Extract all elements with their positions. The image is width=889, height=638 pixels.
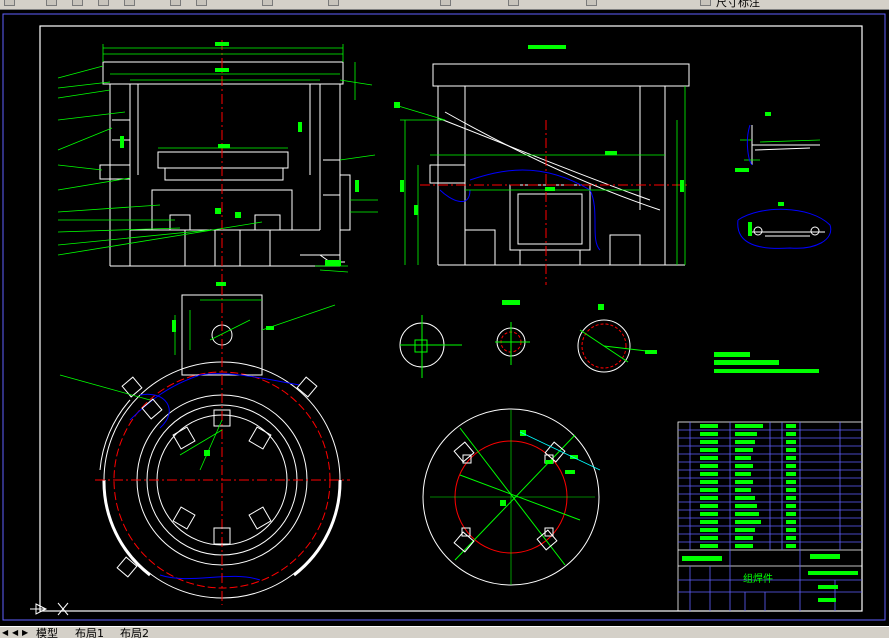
detail-view-b [750,226,825,237]
save-icon[interactable] [4,0,15,6]
layer-icon[interactable] [586,0,597,6]
plan-view-left [99,294,342,599]
open-icon[interactable] [46,0,57,6]
drawing-canvas[interactable]: 组焊件 [0,10,889,626]
side-view-chute-curve [437,117,651,201]
redo-icon[interactable] [124,0,135,6]
pan-icon[interactable] [170,0,181,6]
front-section-view [99,61,351,267]
properties-icon[interactable] [328,0,339,6]
ucs-cursor [30,602,69,616]
front-view-dimensions [57,44,378,273]
zoom-previous-icon[interactable] [262,0,273,6]
zoom-icon[interactable] [196,0,207,6]
detail-circle-1 [399,315,462,378]
standard-toolbar: 尺寸标注 [0,0,889,10]
drawing-sheet: 组焊件 [2,13,886,621]
detail-view-a [751,125,820,165]
text-style-icon[interactable] [440,0,451,6]
technical-notes [714,352,819,373]
tab-next-icon[interactable]: ▶ [22,628,30,637]
dim-style-icon[interactable] [508,0,519,6]
layer-name-dropdown[interactable]: 尺寸标注 [716,0,760,9]
side-view-title-label [528,45,566,49]
plan-view-middle [422,408,600,586]
title-block-name: 组焊件 [743,572,773,585]
side-section-view [429,63,690,266]
print-icon[interactable] [72,0,83,6]
layout-tabs-bar: ◀ ◀ ▶ 模型 布局1 布局2 [0,626,889,638]
detail-circle-2 [495,322,530,365]
tab-prev-icon[interactable]: ◀ [12,628,20,637]
layer-state-icon[interactable] [700,0,711,6]
side-view-break-line [469,169,601,251]
tab-first-icon[interactable]: ◀ [2,628,10,637]
plan-left-dimensions [59,299,336,471]
undo-icon[interactable] [98,0,109,6]
detail-circle-3 [577,319,656,373]
